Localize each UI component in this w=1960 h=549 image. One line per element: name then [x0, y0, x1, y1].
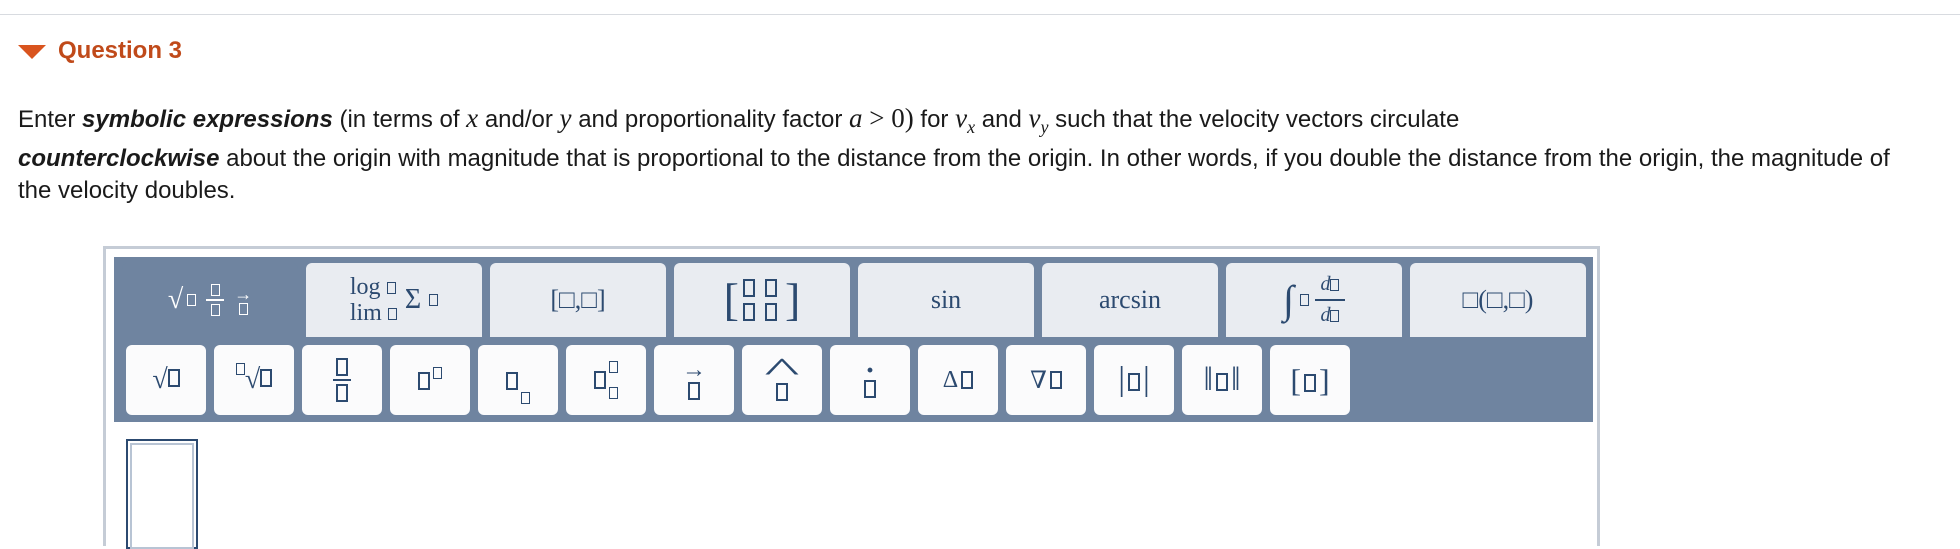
sub-superscript-icon: [594, 361, 618, 399]
emphasis-counterclockwise: counterclockwise: [18, 144, 220, 172]
subscript-icon: [506, 367, 530, 404]
tab-inverse-trig[interactable]: arcsin: [1042, 263, 1218, 337]
tab-trig[interactable]: sin: [858, 263, 1034, 337]
vector-arrow-button[interactable]: →: [654, 345, 734, 415]
toolbar-buttons: √ √ → ^ · Δ ∇ | | ‖ ‖ []: [126, 345, 1586, 417]
collapse-triangle-icon[interactable]: [18, 45, 46, 59]
delta-icon: Δ: [942, 366, 959, 393]
absolute-value-button[interactable]: | |: [1094, 345, 1174, 415]
subscript-button[interactable]: [478, 345, 558, 415]
tab-vector[interactable]: [□,□]: [490, 263, 666, 337]
sub-superscript-button[interactable]: [566, 345, 646, 415]
tab-function-call[interactable]: □(□,□): [1410, 263, 1586, 337]
nabla-button[interactable]: ∇: [1006, 345, 1086, 415]
sqrt-icon: √: [152, 364, 168, 395]
absolute-value-icon: | |: [1118, 361, 1150, 398]
delta-button[interactable]: Δ: [918, 345, 998, 415]
nabla-icon: ∇: [1030, 367, 1047, 394]
vector-icon: →: [234, 285, 252, 315]
hat-icon: ^: [764, 354, 800, 401]
question-title: Question 3: [58, 37, 183, 64]
vector-arrow-icon: →: [682, 358, 706, 400]
integral-icon: ∫: [1283, 277, 1294, 322]
emphasis-symbolic: symbolic expressions: [82, 106, 333, 133]
matrix-icon: []: [723, 274, 801, 325]
dot-icon: ·: [864, 356, 876, 398]
top-divider: [0, 14, 1960, 15]
hat-button[interactable]: ^: [742, 345, 822, 415]
sqrt-button[interactable]: √: [126, 345, 206, 415]
brackets-icon: []: [1290, 361, 1330, 398]
fraction-button[interactable]: [302, 345, 382, 415]
superscript-icon: [418, 366, 442, 394]
fraction-icon: [206, 284, 225, 316]
math-toolbar: √ → log lim Σ [□,□] [] sin arcsin ∫ d d…: [114, 257, 1593, 422]
question-prompt: Enter symbolic expressions (in terms of …: [18, 103, 1890, 204]
nth-root-icon: √: [244, 364, 261, 395]
tab-basic[interactable]: √ →: [122, 263, 298, 337]
tab-matrix[interactable]: []: [674, 263, 850, 337]
tab-calculus[interactable]: ∫ dd: [1226, 263, 1402, 337]
sqrt-icon: √: [167, 284, 184, 315]
nth-root-button[interactable]: √: [214, 345, 294, 415]
superscript-button[interactable]: [390, 345, 470, 415]
question-header[interactable]: Question 3: [18, 37, 182, 65]
expression-input[interactable]: [126, 439, 198, 549]
norm-icon: ‖ ‖: [1203, 361, 1241, 398]
norm-button[interactable]: ‖ ‖: [1182, 345, 1262, 415]
toolbar-tabs: √ → log lim Σ [□,□] [] sin arcsin ∫ d d…: [114, 263, 1593, 337]
sigma-icon: Σ: [404, 284, 422, 315]
brackets-button[interactable]: []: [1270, 345, 1350, 415]
fraction-icon: [333, 358, 351, 402]
derivative-icon: dd: [1314, 273, 1345, 327]
math-editor: √ → log lim Σ [□,□] [] sin arcsin ∫ d d…: [103, 246, 1600, 549]
vector-bracket-label: [□,□]: [550, 285, 606, 314]
dot-button[interactable]: ·: [830, 345, 910, 415]
tab-functions[interactable]: log lim Σ: [306, 263, 482, 337]
